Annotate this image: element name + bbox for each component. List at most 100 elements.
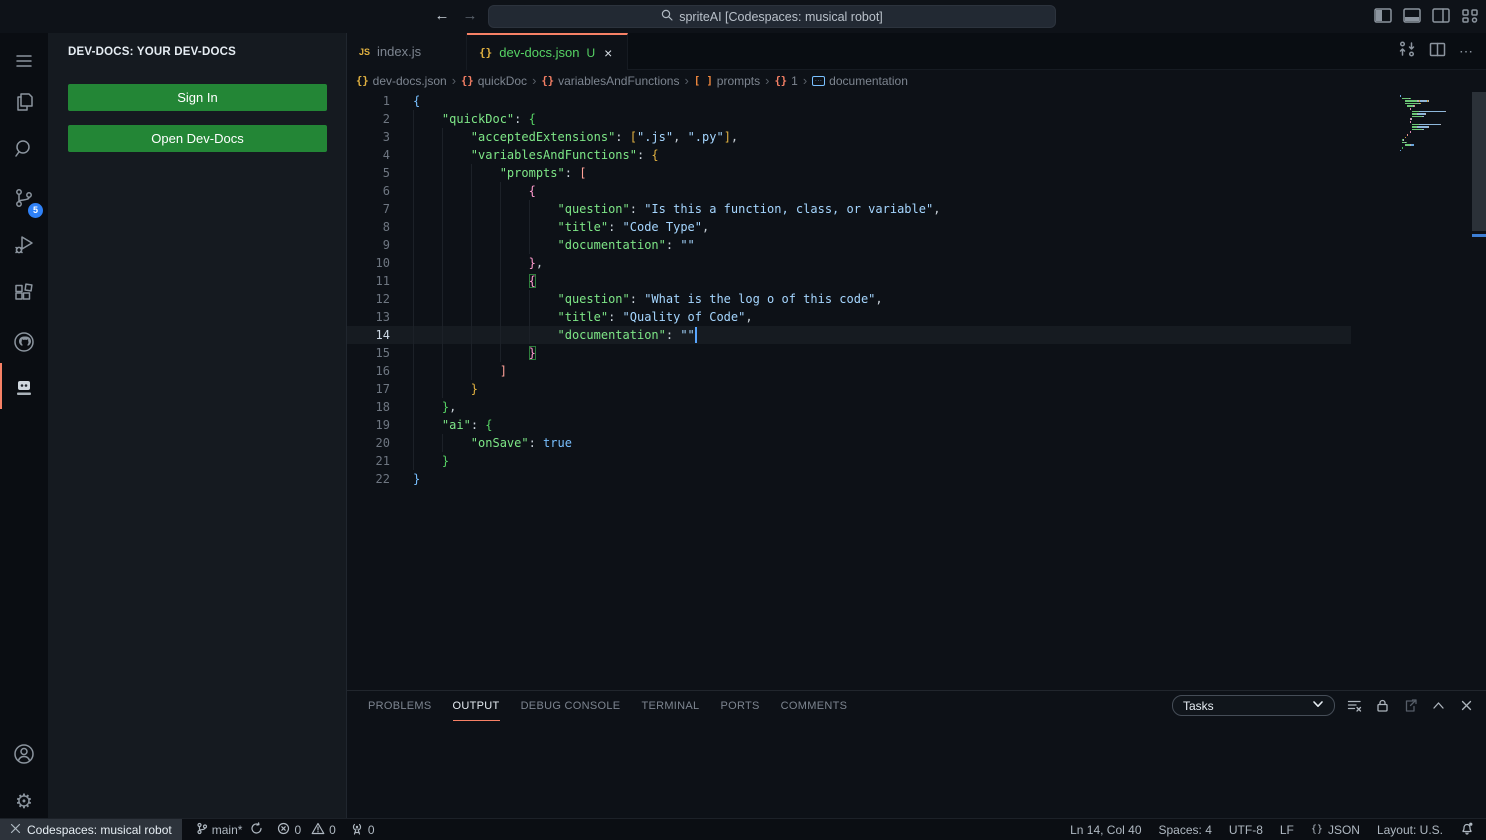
line-number[interactable]: 6 (347, 182, 390, 200)
open-output-in-editor-icon[interactable] (1402, 697, 1419, 714)
line-number[interactable]: 17 (347, 380, 390, 398)
open-changes-icon[interactable] (1398, 40, 1416, 63)
panel-tab-comments[interactable]: COMMENTS (781, 691, 848, 721)
code-editor[interactable]: 1{2 "quickDoc": {3 "acceptedExtensions":… (347, 91, 1486, 690)
minimap[interactable] (1396, 91, 1472, 261)
keyboard-layout[interactable]: Layout: U.S. (1377, 823, 1443, 837)
code-line-2[interactable]: 2 "quickDoc": { (347, 110, 1351, 128)
panel-tab-debug-console[interactable]: DEBUG CONSOLE (521, 691, 621, 721)
panel-tab-output[interactable]: OUTPUT (453, 691, 500, 721)
toggle-panel-icon[interactable] (1402, 5, 1422, 27)
line-number[interactable]: 4 (347, 146, 390, 164)
line-number[interactable]: 12 (347, 290, 390, 308)
indentation-setting[interactable]: Spaces: 4 (1159, 823, 1212, 837)
code-line-8[interactable]: 8 "title": "Code Type", (347, 218, 1351, 236)
eol-setting[interactable]: LF (1280, 823, 1294, 837)
line-number[interactable]: 8 (347, 218, 390, 236)
code-line-7[interactable]: 7 "question": "Is this a function, class… (347, 200, 1351, 218)
remote-indicator[interactable]: Codespaces: musical robot (0, 819, 182, 840)
close-tab-icon[interactable]: × (604, 45, 612, 61)
dev-docs-extension-icon[interactable] (0, 368, 48, 408)
problems-indicator[interactable]: 0 0 (277, 822, 335, 838)
language-mode[interactable]: {} JSON (1311, 823, 1360, 837)
scrollbar-thumb[interactable] (1472, 92, 1486, 231)
breadcrumb-item-prompts[interactable]: [ ]prompts (694, 74, 760, 88)
line-number[interactable]: 15 (347, 344, 390, 362)
panel-tab-problems[interactable]: PROBLEMS (368, 691, 432, 721)
breadcrumb-item-1[interactable]: {}1 (774, 74, 797, 88)
editor-scrollbar[interactable] (1472, 91, 1486, 690)
command-center-search[interactable]: spriteAI [Codespaces: musical robot] (488, 5, 1056, 28)
code-line-13[interactable]: 13 "title": "Quality of Code", (347, 308, 1351, 326)
line-number[interactable]: 13 (347, 308, 390, 326)
line-number[interactable]: 14 (347, 326, 390, 344)
line-number[interactable]: 21 (347, 452, 390, 470)
tab-dev-docs-json[interactable]: {} dev-docs.json U × (467, 33, 628, 70)
toggle-secondary-sidebar-icon[interactable] (1431, 5, 1451, 27)
line-number[interactable]: 11 (347, 272, 390, 290)
nav-forward-button[interactable]: → (458, 4, 482, 28)
branch-indicator[interactable]: main* (196, 822, 264, 838)
code-line-3[interactable]: 3 "acceptedExtensions": [".js", ".py"], (347, 128, 1351, 146)
line-number[interactable]: 16 (347, 362, 390, 380)
line-number[interactable]: 22 (347, 470, 390, 488)
code-line-19[interactable]: 19 "ai": { (347, 416, 1351, 434)
clear-output-icon[interactable] (1346, 697, 1363, 714)
code-line-21[interactable]: 21 } (347, 452, 1351, 470)
search-sidebar-icon[interactable] (0, 129, 48, 169)
maximize-panel-icon[interactable] (1430, 697, 1447, 714)
sync-icon[interactable] (250, 822, 263, 838)
line-number[interactable]: 1 (347, 92, 390, 110)
panel-tab-ports[interactable]: PORTS (720, 691, 759, 721)
explorer-icon[interactable] (0, 82, 48, 122)
output-channel-select[interactable]: Tasks (1172, 695, 1335, 716)
code-line-11[interactable]: 11 { (347, 272, 1351, 290)
split-editor-icon[interactable] (1429, 41, 1446, 63)
tab-index-js[interactable]: JS index.js (347, 33, 467, 70)
line-number[interactable]: 20 (347, 434, 390, 452)
code-line-20[interactable]: 20 "onSave": true (347, 434, 1351, 452)
menu-hamburger-icon[interactable] (0, 41, 48, 81)
settings-gear-icon[interactable]: ⚙ (0, 781, 48, 821)
code-line-6[interactable]: 6 { (347, 182, 1351, 200)
code-line-17[interactable]: 17 } (347, 380, 1351, 398)
source-control-icon[interactable]: 5 (0, 178, 48, 218)
sign-in-button[interactable]: Sign In (68, 84, 327, 111)
cursor-position[interactable]: Ln 14, Col 40 (1070, 823, 1141, 837)
open-devdocs-button[interactable]: Open Dev-Docs (68, 125, 327, 152)
customize-layout-icon[interactable] (1460, 5, 1480, 27)
line-number[interactable]: 18 (347, 398, 390, 416)
code-line-1[interactable]: 1{ (347, 92, 1351, 110)
line-number[interactable]: 5 (347, 164, 390, 182)
breadcrumb-item-dev-docs.json[interactable]: {}dev-docs.json (356, 74, 447, 88)
ports-indicator[interactable]: 0 (350, 822, 375, 838)
line-number[interactable]: 3 (347, 128, 390, 146)
code-line-4[interactable]: 4 "variablesAndFunctions": { (347, 146, 1351, 164)
code-line-22[interactable]: 22} (347, 470, 1351, 488)
line-number[interactable]: 10 (347, 254, 390, 272)
close-panel-icon[interactable] (1458, 697, 1475, 714)
github-icon[interactable] (0, 322, 48, 362)
breadcrumb-item-quickDoc[interactable]: {}quickDoc (461, 74, 527, 88)
code-line-16[interactable]: 16 ] (347, 362, 1351, 380)
encoding-setting[interactable]: UTF-8 (1229, 823, 1263, 837)
code-line-10[interactable]: 10 }, (347, 254, 1351, 272)
line-number[interactable]: 7 (347, 200, 390, 218)
extensions-icon[interactable] (0, 274, 48, 314)
code-line-9[interactable]: 9 "documentation": "" (347, 236, 1351, 254)
line-number[interactable]: 9 (347, 236, 390, 254)
code-line-12[interactable]: 12 "question": "What is the log o of thi… (347, 290, 1351, 308)
code-line-5[interactable]: 5 "prompts": [ (347, 164, 1351, 182)
nav-back-button[interactable]: ← (430, 4, 454, 28)
panel-tab-terminal[interactable]: TERMINAL (641, 691, 699, 721)
line-number[interactable]: 2 (347, 110, 390, 128)
lock-autoscroll-icon[interactable] (1374, 697, 1391, 714)
code-line-15[interactable]: 15 } (347, 344, 1351, 362)
run-debug-icon[interactable] (0, 225, 48, 265)
account-icon[interactable] (0, 734, 48, 774)
code-line-14[interactable]: 14 "documentation": "" (347, 326, 1351, 344)
toggle-primary-sidebar-icon[interactable] (1373, 5, 1393, 27)
more-actions-icon[interactable]: ⋯ (1459, 43, 1474, 60)
line-number[interactable]: 19 (347, 416, 390, 434)
breadcrumb-item-variablesAndFunctions[interactable]: {}variablesAndFunctions (541, 74, 679, 88)
